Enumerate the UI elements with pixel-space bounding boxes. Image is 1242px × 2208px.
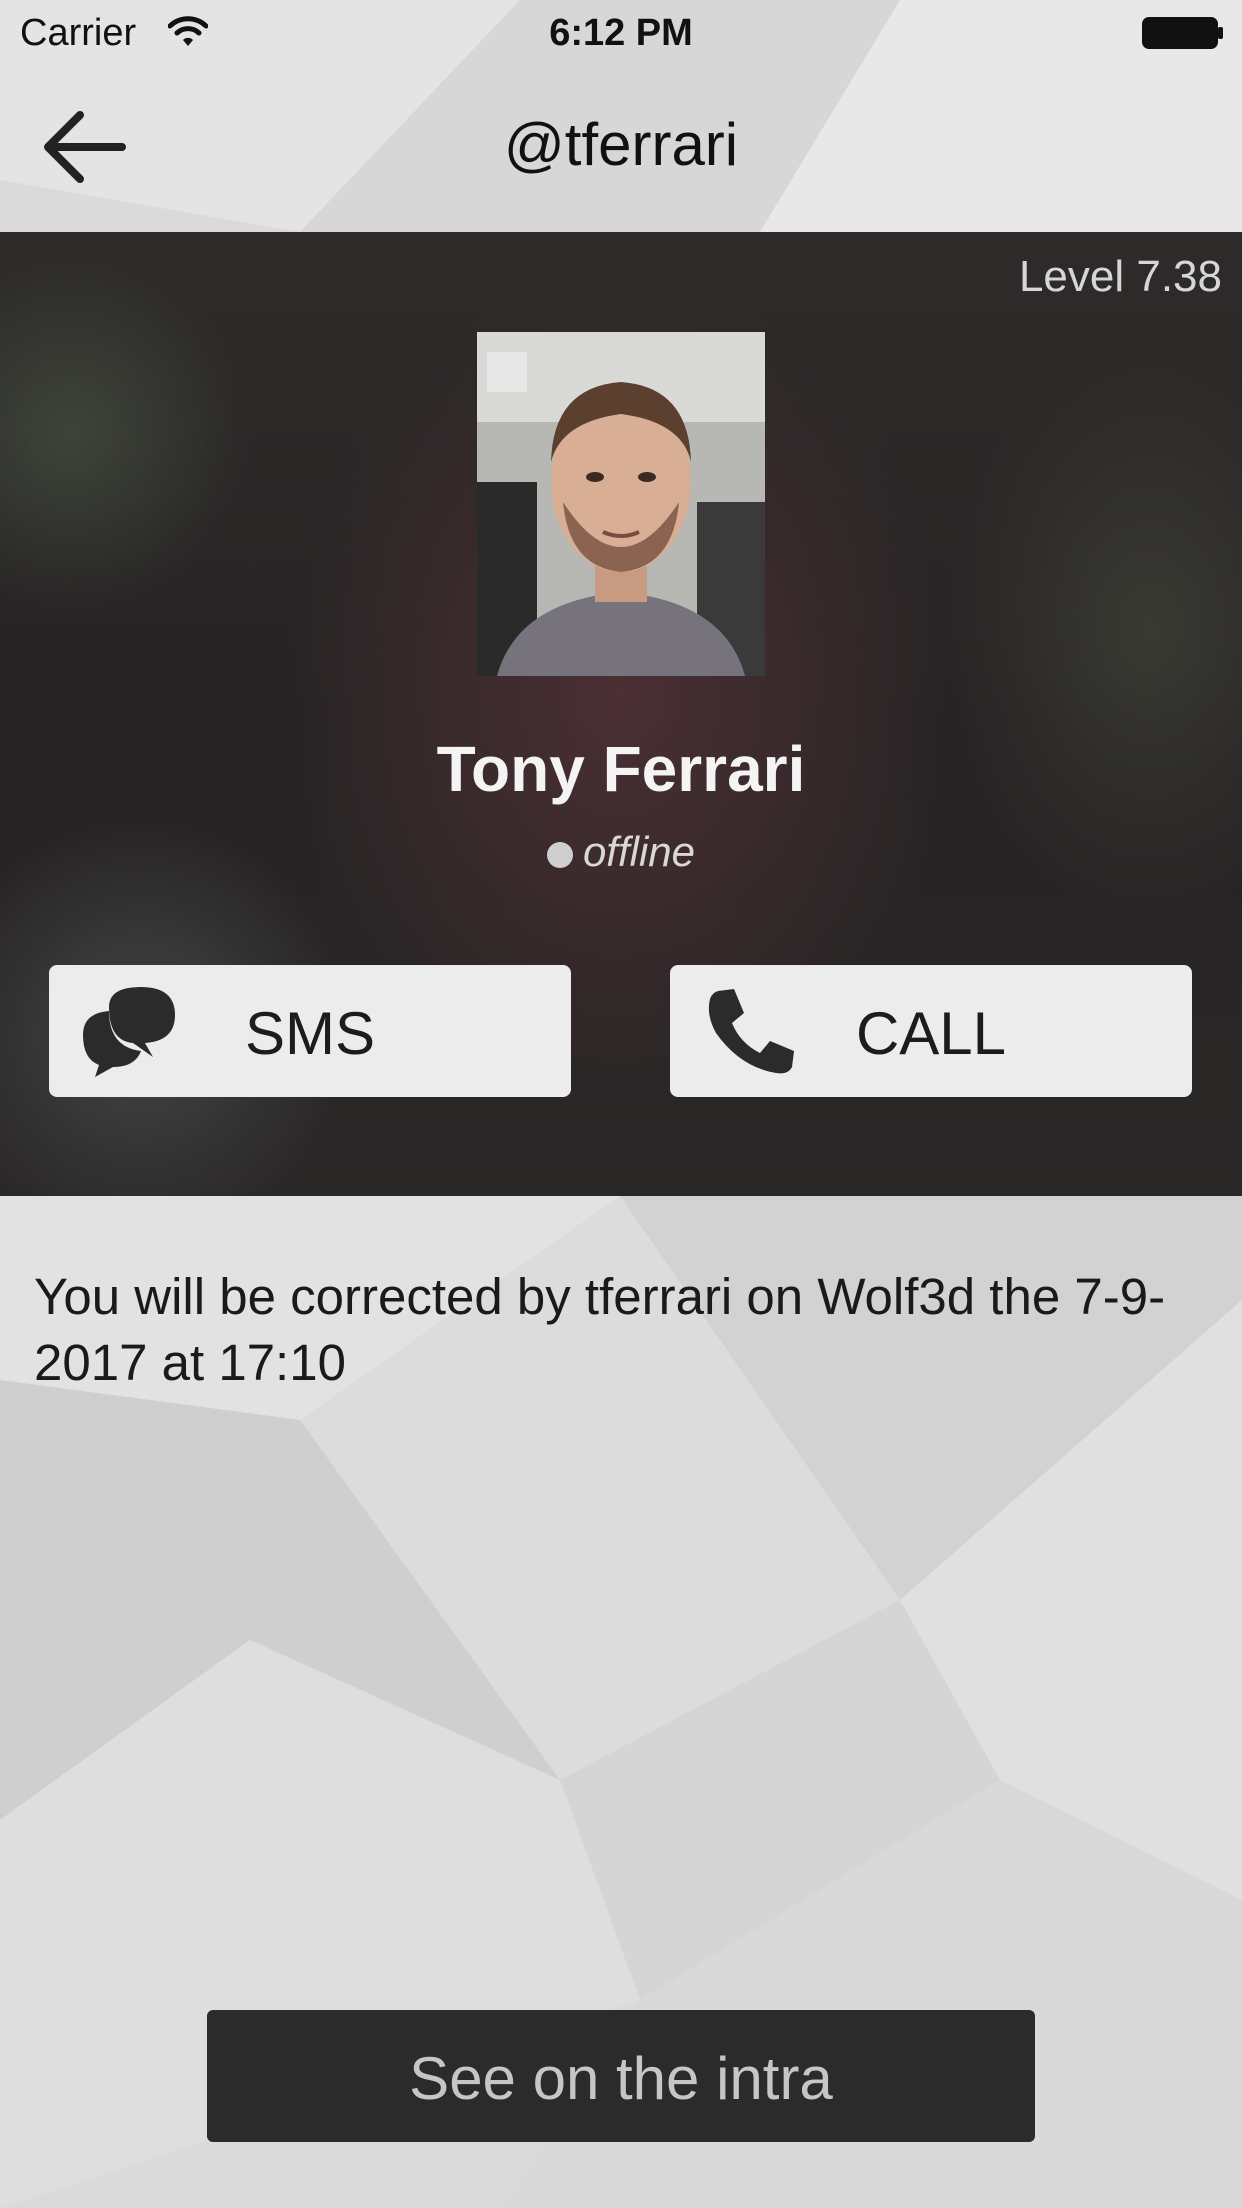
user-full-name: Tony Ferrari [436,733,806,805]
presence-label: offline [582,828,696,875]
page-title: @tferrari [503,111,739,178]
avatar [477,332,765,676]
level-label: Level 7.38 [1018,252,1222,301]
sms-label: SMS [244,1000,376,1067]
battery-icon [1142,17,1223,49]
correction-info: You will be corrected by tferrari on Wol… [34,1268,1166,1391]
profile-header: Level 7.38 Tony Ferrari offline SMS CALL [0,232,1242,1196]
avatar-photo [477,332,765,676]
call-label: CALL [855,1000,1007,1067]
call-button[interactable]: CALL [670,965,1192,1097]
see-on-intra-label: See on the intra [409,2045,833,2112]
presence-status: offline [0,828,1242,876]
status-time: 6:12 PM [549,12,693,54]
status-dot-icon [546,842,573,868]
status-bar: Carrier 6:12 PM [0,0,1242,66]
navigation-bar: @tferrari [0,66,1242,232]
see-on-intra-button[interactable]: See on the intra [207,2010,1035,2142]
sms-button[interactable]: SMS [49,965,571,1097]
